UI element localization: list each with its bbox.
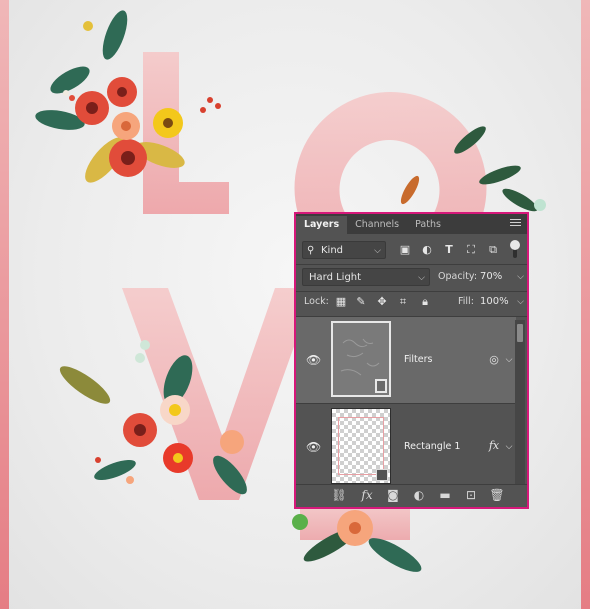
smart-object-filter-icon[interactable]: ⧉ — [486, 243, 500, 257]
opacity-label: Opacity: — [438, 271, 478, 282]
layers-bottom-toolbar: ⛓︎ fx ◙ ◐ ▬ ⊡ 🗑︎ — [296, 484, 527, 507]
fx-badge[interactable]: fx — [486, 439, 502, 453]
texture-preview — [340, 338, 387, 393]
panel-tabs: Layers Channels Paths — [296, 214, 527, 234]
new-group-folder-icon[interactable]: ▬ — [436, 488, 454, 502]
layer-name-filters[interactable]: Filters — [404, 354, 432, 365]
fill-label: Fill: — [458, 296, 474, 307]
opacity-field[interactable]: 70% ⌵ — [476, 268, 526, 286]
new-layer-icon[interactable]: ⊡ — [462, 488, 480, 502]
layers-scrollbar[interactable] — [515, 320, 525, 486]
blend-mode-value: Hard Light — [309, 272, 362, 283]
layer-row-filters[interactable]: 👁︎ Filters ◎ ⌵ — [296, 317, 516, 403]
layer-filter-kind-select[interactable]: ⚲ Kind ⌵ — [302, 241, 386, 259]
adjustment-filter-icon[interactable]: ◐ — [420, 243, 434, 257]
add-layer-mask-icon[interactable]: ◙ — [384, 488, 402, 502]
panel-menu-icon[interactable] — [510, 219, 521, 228]
opacity-value: 70% — [480, 271, 503, 282]
chevron-down-icon: ⌵ — [517, 272, 524, 282]
fill-field[interactable]: 100% ⌵ — [476, 293, 526, 311]
new-adjustment-layer-icon[interactable]: ◐ — [410, 488, 428, 502]
filter-toggle-switch[interactable] — [510, 238, 520, 260]
shape-filter-icon[interactable]: ⛶ — [464, 243, 478, 257]
tab-layers[interactable]: Layers — [296, 216, 348, 234]
artwork-canvas: Layers Channels Paths ⚲ Kind ⌵ ▣ ◐ T ⛶ ⧉… — [0, 0, 590, 609]
lock-artboard-icon[interactable]: ⌗ — [396, 295, 410, 309]
layer-row-rectangle-1[interactable]: 👁︎ Rectangle 1 fx ⌵ — [296, 404, 516, 486]
tab-channels[interactable]: Channels — [347, 216, 407, 234]
layer-name-rectangle-1[interactable]: Rectangle 1 — [404, 441, 460, 452]
lock-image-pixels-icon[interactable]: ✎ — [354, 295, 368, 309]
lock-transparent-pixels-icon[interactable]: ▦ — [334, 295, 348, 309]
link-layers-icon[interactable]: ⛓︎ — [330, 488, 348, 502]
lock-label: Lock: — [304, 296, 329, 307]
delete-layer-trash-icon[interactable]: 🗑︎ — [488, 488, 506, 502]
layer-thumbnail-filters — [331, 321, 391, 397]
add-layer-style-icon[interactable]: fx — [358, 488, 376, 502]
letter-l — [143, 52, 229, 214]
type-filter-icon[interactable]: T — [442, 243, 456, 257]
blend-mode-select[interactable]: Hard Light ⌵ — [302, 268, 430, 286]
chevron-down-icon: ⌵ — [374, 246, 381, 256]
search-icon: ⚲ — [307, 245, 315, 256]
visibility-eye-icon[interactable]: 👁︎ — [306, 440, 321, 454]
chevron-down-icon[interactable]: ⌵ — [504, 353, 514, 367]
smart-filters-icon[interactable]: ◎ — [486, 353, 502, 367]
chevron-down-icon: ⌵ — [517, 297, 524, 307]
layers-panel: Layers Channels Paths ⚲ Kind ⌵ ▣ ◐ T ⛶ ⧉… — [294, 212, 529, 509]
bouquet-top-left — [35, 10, 221, 183]
fill-value: 100% — [480, 296, 509, 307]
layer-thumbnail-rectangle — [331, 408, 391, 484]
chevron-down-icon: ⌵ — [418, 273, 425, 283]
filter-kind-label: Kind — [321, 245, 344, 256]
chevron-down-icon[interactable]: ⌵ — [504, 440, 514, 454]
image-filter-icon[interactable]: ▣ — [398, 243, 412, 257]
lock-position-icon[interactable]: ✥ — [375, 295, 389, 309]
lock-all-icon[interactable]: 🔒︎ — [418, 295, 432, 309]
tab-paths[interactable]: Paths — [407, 216, 449, 234]
visibility-eye-icon[interactable]: 👁︎ — [306, 353, 321, 367]
